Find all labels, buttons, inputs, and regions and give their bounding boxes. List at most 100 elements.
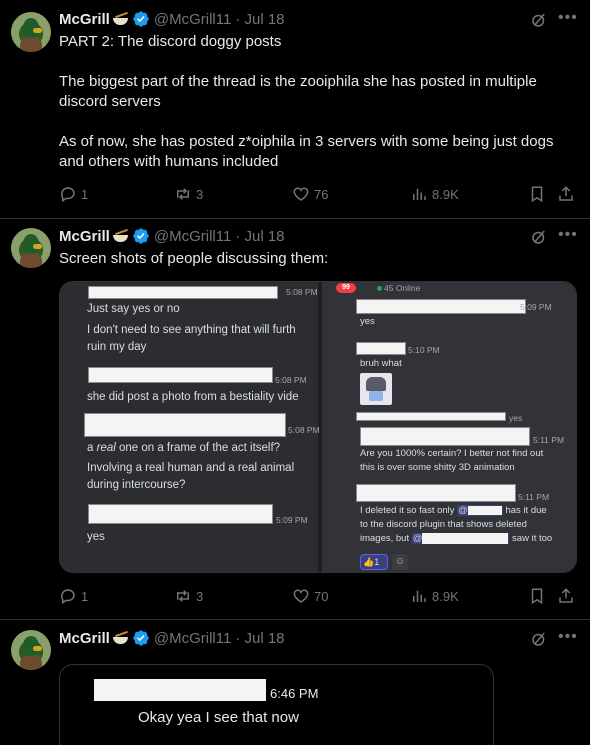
grok-icon[interactable] (530, 228, 548, 246)
user-handle[interactable]: @McGrill11 (154, 630, 231, 647)
views-button[interactable]: 8.9K (410, 586, 459, 606)
repost-count: 3 (196, 588, 204, 604)
reply-button[interactable]: 1 (59, 586, 88, 606)
message-text: I don't need to see anything that will f… (87, 324, 296, 336)
message-time: 5:08 PM (288, 425, 320, 435)
tweet-date[interactable]: · Jul 18 (235, 228, 284, 245)
display-name[interactable]: McGrill (59, 630, 110, 647)
message-text: she did post a photo from a bestiality v… (87, 391, 299, 403)
grok-icon[interactable] (530, 630, 548, 648)
like-button[interactable]: 70 (292, 586, 328, 606)
reply-icon (61, 187, 75, 203)
avatar[interactable] (11, 12, 51, 52)
like-count: 70 (314, 588, 329, 604)
message-time: 5:11 PM (533, 435, 565, 445)
tweet-media-image[interactable]: 6:46 PM Okay yea I see that now (59, 664, 494, 745)
online-count: 45 Online (384, 283, 421, 293)
tweet-actions: 1 3 70 8.9K (59, 586, 579, 606)
tweet-date[interactable]: · Jul 18 (235, 630, 284, 647)
tweet-3[interactable]: McGrill @McGrill11 · Jul 18 ••• 6:46 PM … (0, 620, 590, 745)
discord-chat-left: 5:08 PM Just say yes or no I don't need … (60, 282, 320, 572)
share-button[interactable] (557, 184, 575, 204)
tweet-date[interactable]: · Jul 18 (235, 11, 284, 28)
message-text: Just say yes or no (87, 303, 180, 315)
like-count: 76 (314, 186, 329, 202)
message-text: Are you 1000% certain? I better not find… (360, 448, 544, 459)
avatar[interactable] (11, 228, 51, 268)
message-time: 5:10 PM (408, 345, 440, 355)
user-handle[interactable]: @McGrill11 (154, 228, 231, 245)
repost-button[interactable]: 3 (174, 586, 203, 606)
message-time: 5:09 PM (276, 515, 308, 525)
share-icon (559, 588, 573, 603)
user-handle[interactable]: @McGrill11 (154, 11, 231, 28)
share-button[interactable] (557, 586, 575, 606)
message-text: Okay yea I see that now (138, 709, 299, 726)
like-button[interactable]: 76 (292, 184, 328, 204)
reply-button[interactable]: 1 (59, 184, 88, 204)
share-icon (559, 186, 573, 201)
tweet-text: Screen shots of people discussing them: (59, 250, 329, 267)
message-text: images, but @ saw it too (360, 532, 553, 544)
redacted-username (356, 412, 506, 421)
view-count: 8.9K (432, 588, 459, 604)
reply-count: 1 (81, 186, 89, 202)
reply-icon (61, 589, 75, 605)
discord-chat-right: 99 45 Online 5:09 PM yes 5:10 PM bruh wh… (322, 282, 576, 572)
display-name[interactable]: McGrill (59, 11, 110, 28)
repost-icon (177, 590, 189, 602)
message-time: 5:08 PM (275, 375, 307, 385)
verified-badge-icon[interactable] (132, 227, 150, 245)
message-text: ruin my day (87, 341, 147, 353)
ramen-emoji-icon (112, 11, 129, 25)
redacted-username (88, 286, 278, 299)
message-time: 6:46 PM (270, 686, 319, 701)
ramen-emoji-icon (112, 228, 129, 242)
heart-icon (293, 187, 309, 201)
add-reaction-icon[interactable]: ☺ (392, 554, 408, 570)
display-name[interactable]: McGrill (59, 228, 110, 245)
message-time: 5:08 PM (286, 287, 318, 297)
tweet-2[interactable]: McGrill @McGrill11 · Jul 18 ••• Screen s… (0, 219, 590, 619)
repost-button[interactable]: 3 (174, 184, 203, 204)
view-count: 8.9K (432, 186, 459, 202)
ramen-emoji-icon (112, 630, 129, 644)
tweet-actions: 1 3 76 8.9K (59, 184, 579, 204)
more-options-icon[interactable]: ••• (558, 9, 577, 27)
reply-count: 1 (81, 588, 89, 604)
grok-icon[interactable] (530, 11, 548, 29)
avatar[interactable] (11, 630, 51, 670)
tweet-1[interactable]: McGrill @McGrill11 · Jul 18 ••• PART 2: … (0, 0, 590, 218)
reaction-count: 1 (374, 557, 380, 567)
message-time: 5:11 PM (518, 492, 550, 502)
redacted-username (360, 427, 530, 446)
reaction-thumbs-up[interactable]: 👍1 (360, 554, 388, 570)
more-options-icon[interactable]: ••• (558, 628, 577, 646)
bookmark-button[interactable] (528, 586, 546, 606)
bookmark-icon (531, 186, 543, 203)
message-text: yes (360, 316, 375, 327)
message-time: 5:09 PM (520, 302, 552, 312)
online-dot-icon (377, 286, 382, 291)
sticker-image (360, 373, 392, 405)
tweet-header: McGrill @McGrill11 · Jul 18 (59, 226, 285, 246)
message-text: to the discord plugin that shows deleted (360, 519, 527, 530)
message-text: yes (87, 531, 105, 543)
message-text: during intercourse? (87, 479, 186, 491)
tweet-media-image[interactable]: 5:08 PM Just say yes or no I don't need … (59, 281, 577, 573)
redacted-username (356, 299, 526, 314)
views-button[interactable]: 8.9K (410, 184, 459, 204)
bookmark-button[interactable] (528, 184, 546, 204)
views-chart-icon (413, 188, 426, 200)
tweet-header: McGrill @McGrill11 · Jul 18 (59, 628, 285, 648)
redacted-username (88, 504, 273, 524)
redacted-username (94, 679, 266, 701)
verified-badge-icon[interactable] (132, 629, 150, 647)
message-text: Involving a real human and a real animal (87, 462, 295, 474)
verified-badge-icon[interactable] (132, 10, 150, 28)
redacted-username (88, 367, 273, 383)
repost-icon (177, 188, 189, 200)
redacted-username (356, 484, 516, 502)
more-options-icon[interactable]: ••• (558, 226, 577, 244)
tweet-text: PART 2: The discord doggy posts The bigg… (59, 33, 554, 170)
